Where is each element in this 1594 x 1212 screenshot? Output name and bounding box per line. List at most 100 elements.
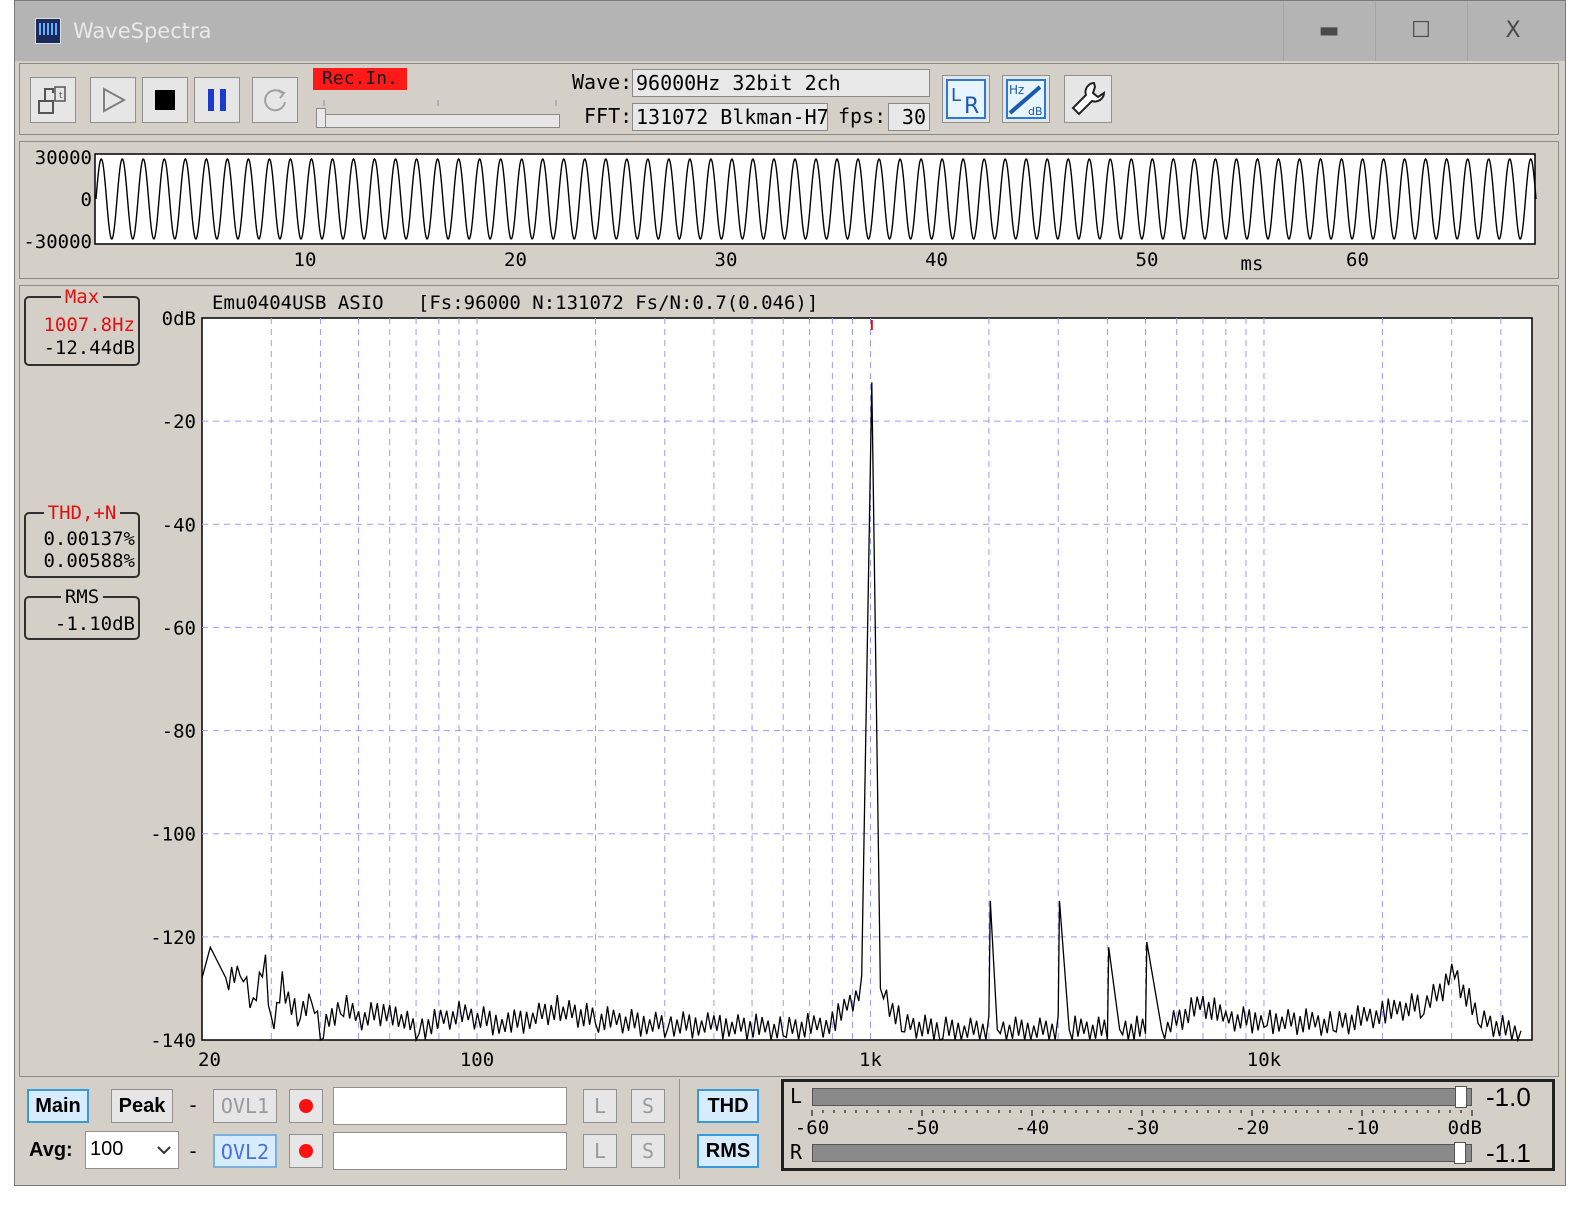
ovl2-load-button[interactable]: L <box>583 1134 617 1168</box>
ovl2-name-field[interactable] <box>333 1132 567 1170</box>
app-icon <box>35 18 61 44</box>
wave-x-tick: 30 <box>715 249 738 271</box>
ovl2-save-button[interactable]: S <box>631 1134 665 1168</box>
spectrum-y-tick: -120 <box>150 927 196 949</box>
meter-scale-label: -40 <box>1015 1117 1049 1139</box>
meter-r-value: -1.1 <box>1486 1138 1531 1168</box>
wave-x-unit: ms <box>1241 253 1264 275</box>
spectrum-x-tick: 100 <box>460 1049 494 1071</box>
spectrum-y-tick: -60 <box>162 617 196 639</box>
fft-setting-field[interactable]: 131072 Blkman-H7 <box>632 103 828 131</box>
svg-text:t: t <box>59 91 63 101</box>
avg-select[interactable]: 100 <box>85 1131 179 1169</box>
open-file-icon: t <box>38 86 66 114</box>
play-icon <box>103 87 127 113</box>
app-window: WaveSpectra ▬ ☐ X t Rec.In. Wave: 96000H… <box>14 0 1566 1186</box>
ovl1-record-button[interactable] <box>289 1089 323 1123</box>
hz-db-button[interactable]: Hz dB <box>1002 75 1050 123</box>
spectrum-y-tick: -80 <box>162 721 196 743</box>
dash-2: - <box>187 1139 200 1163</box>
wave-y-tick: 0 <box>81 189 92 211</box>
ovl2-record-button[interactable] <box>289 1134 323 1168</box>
wrench-icon <box>1071 81 1106 116</box>
input-level-slider[interactable] <box>320 114 560 128</box>
spectrum-y-tick: -140 <box>150 1030 196 1052</box>
loop-icon <box>264 89 286 112</box>
svg-text:R: R <box>964 94 979 119</box>
spectrum-x-tick: 1k <box>859 1049 882 1071</box>
spectrum-x-tick: 20 <box>198 1049 221 1071</box>
slider-thumb[interactable] <box>316 108 326 128</box>
settings-button[interactable] <box>1064 75 1112 123</box>
wave-x-tick: 10 <box>294 249 317 271</box>
level-meter: L -1.0 -60 -50 -40 -30 -20 -10 0dB R -1.1 <box>781 1079 1555 1171</box>
window-title: WaveSpectra <box>73 19 212 43</box>
fps-label: fps: <box>838 104 887 128</box>
meter-scale: -60 -50 -40 -30 -20 -10 0dB <box>795 1110 1482 1139</box>
wave-x-tick: 20 <box>504 249 527 271</box>
pause-button[interactable] <box>194 77 240 123</box>
peak-button[interactable]: Peak <box>111 1089 173 1123</box>
meter-l-peak <box>1455 1086 1467 1108</box>
play-button[interactable] <box>90 77 136 123</box>
stop-icon <box>155 90 175 110</box>
close-button[interactable]: X <box>1467 1 1559 61</box>
stop-button[interactable] <box>142 77 188 123</box>
svg-text:dB: dB <box>1028 105 1043 118</box>
toolbar: t Rec.In. Wave: 96000Hz 32bit 2ch FFT: 1… <box>19 63 1559 135</box>
open-file-button[interactable]: t <box>30 77 76 123</box>
spectrum-chart: Emu0404USB ASIO [Fs:96000 N:131072 Fs/N:… <box>150 292 1533 1071</box>
main-button[interactable]: Main <box>27 1089 89 1123</box>
meter-scale-label: 0dB <box>1448 1117 1482 1139</box>
wave-x-tick: 60 <box>1346 249 1369 271</box>
fft-label: FFT: <box>584 104 633 128</box>
ovl1-load-button[interactable]: L <box>583 1089 617 1123</box>
wave-x-tick: 40 <box>925 249 948 271</box>
wave-label: Wave: <box>572 70 633 94</box>
meter-scale-label: -30 <box>1125 1117 1159 1139</box>
wave-y-tick: 30000 <box>35 147 92 169</box>
chevron-down-icon <box>157 1146 171 1155</box>
thd-button[interactable]: THD <box>697 1089 759 1123</box>
svg-text:Hz: Hz <box>1009 83 1024 97</box>
svg-text:L: L <box>951 85 961 106</box>
wave-y-tick: -30000 <box>23 231 92 253</box>
rec-input-label: Rec.In. <box>313 68 407 90</box>
spectrum-y-tick: 0dB <box>162 308 196 330</box>
spectrum-y-tick: -20 <box>162 411 196 433</box>
meter-l-label: L <box>790 1084 803 1108</box>
lr-icon: L R <box>946 79 986 119</box>
fps-field[interactable]: 30 <box>888 103 930 131</box>
avg-label: Avg: <box>29 1139 73 1161</box>
divider <box>679 1079 680 1179</box>
lr-channel-button[interactable]: L R <box>942 75 990 123</box>
spectrum-header: Emu0404USB ASIO [Fs:96000 N:131072 Fs/N:… <box>212 292 818 314</box>
wave-x-tick: 50 <box>1136 249 1159 271</box>
wave-format-field: 96000Hz 32bit 2ch <box>632 69 930 97</box>
meter-scale-label: -20 <box>1235 1117 1269 1139</box>
waveform-panel: 30000 0 -30000 10 20 30 40 50 60 ms <box>19 141 1559 279</box>
ovl1-button[interactable]: OVL1 <box>213 1089 277 1123</box>
spectrum-y-tick: -40 <box>162 514 196 536</box>
meter-r-bar <box>812 1144 1472 1162</box>
spectrum-x-tick: 10k <box>1247 1049 1282 1071</box>
waveform-plot: 30000 0 -30000 10 20 30 40 50 60 ms <box>23 147 1537 275</box>
loop-button[interactable] <box>252 77 298 123</box>
meter-scale-label: -10 <box>1345 1117 1379 1139</box>
title-bar: WaveSpectra ▬ ☐ X <box>15 1 1565 61</box>
bottom-controls: Main Peak - OVL1 L S Avg: 100 - OVL2 L S… <box>19 1079 1559 1183</box>
meter-l-value: -1.0 <box>1486 1082 1531 1112</box>
ovl2-button[interactable]: OVL2 <box>213 1134 277 1168</box>
avg-value: 100 <box>90 1138 124 1160</box>
pause-icon <box>208 89 226 111</box>
spectrum-panel: Max 1007.8Hz -12.44dB THD,+N 0.00137% 0.… <box>19 285 1559 1077</box>
maximize-button[interactable]: ☐ <box>1375 1 1467 61</box>
slider-ticks <box>323 100 557 106</box>
meter-r-label: R <box>790 1140 803 1164</box>
dash-1: - <box>187 1093 200 1117</box>
minimize-button[interactable]: ▬ <box>1283 1 1375 61</box>
ovl1-name-field[interactable] <box>333 1087 567 1125</box>
ovl1-save-button[interactable]: S <box>631 1089 665 1123</box>
rms-button[interactable]: RMS <box>697 1134 759 1168</box>
spectrum-y-tick: -100 <box>150 824 196 846</box>
